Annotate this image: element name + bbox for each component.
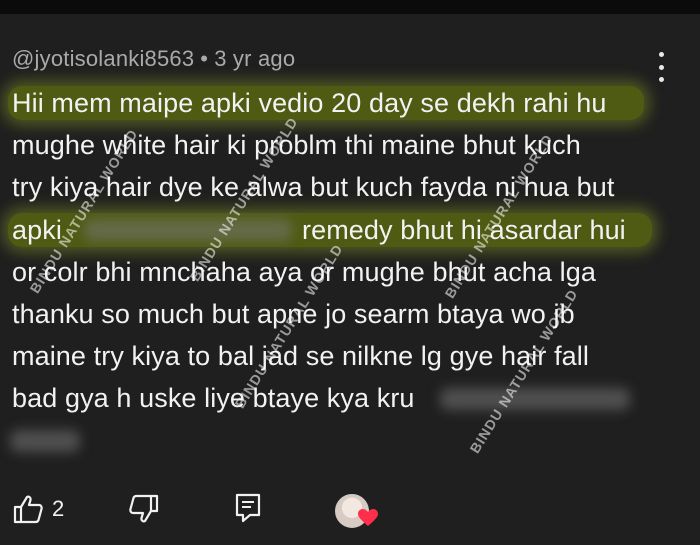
creator-heart-icon [358,509,378,526]
comment-line-2: mughe white hair ki problm thi maine bhu… [12,130,581,160]
thumbs-up-icon [13,495,43,524]
redacted-text [440,388,630,410]
comment-line-8: bad gya h uske liye btaye kya kru [12,383,415,413]
reply-button[interactable] [234,492,262,524]
comment-line-1: Hii mem maipe apki vedio 20 day se dekh … [12,88,607,118]
comment-line-7: maine try kiya to bal jad se nilkne lg g… [12,341,589,371]
comment-line-4b: remedy bhut hi asardar hui [302,215,626,245]
dislike-button[interactable] [128,494,160,524]
comment-body: Hii mem maipe apki vedio 20 day se dekh … [0,0,700,545]
like-count: 2 [52,496,65,521]
reply-icon [235,493,261,523]
thumbs-down-icon [129,494,159,523]
redacted-text [10,430,80,452]
redacted-text [84,219,292,241]
like-button[interactable]: 2 [12,494,64,524]
